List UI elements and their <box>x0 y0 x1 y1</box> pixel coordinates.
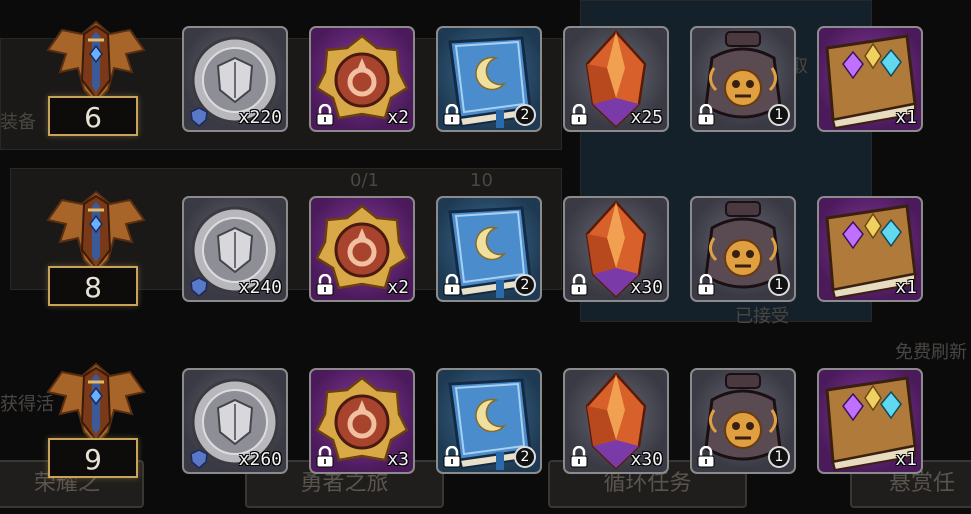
item-quantity: x3 <box>387 449 409 470</box>
lock-icon <box>569 104 589 126</box>
fire-ring-emblem-slot[interactable]: x3 <box>309 368 415 474</box>
lock-icon <box>442 274 462 296</box>
lock-icon <box>569 446 589 468</box>
silver-shield-coin-slot[interactable]: x220 <box>182 26 288 132</box>
lock-icon <box>696 446 716 468</box>
shield-tag-icon <box>188 276 210 298</box>
silver-shield-coin-slot[interactable]: x240 <box>182 196 288 302</box>
item-quantity: x1 <box>895 107 917 128</box>
moon-book-slot[interactable]: 2 <box>436 26 542 132</box>
lock-icon <box>442 104 462 126</box>
count-badge: 1 <box>768 446 790 468</box>
count-badge: 1 <box>768 274 790 296</box>
amber-crystal-slot[interactable]: x30 <box>563 196 669 302</box>
count-badge: 2 <box>514 274 536 296</box>
item-quantity: x25 <box>630 107 663 128</box>
item-quantity: x2 <box>387 107 409 128</box>
gem-chest-book-slot[interactable]: x1 <box>817 26 923 132</box>
item-quantity: x30 <box>630 449 663 470</box>
item-quantity: x240 <box>238 277 282 298</box>
level-number: 8 <box>48 266 138 306</box>
item-quantity: x1 <box>895 277 917 298</box>
item-quantity: x30 <box>630 277 663 298</box>
silver-shield-coin-slot[interactable]: x260 <box>182 368 288 474</box>
fire-ring-emblem-slot[interactable]: x2 <box>309 196 415 302</box>
item-quantity: x2 <box>387 277 409 298</box>
reward-row: 6 x220 x2 2 x25 1 x1 <box>0 18 971 136</box>
shield-tag-icon <box>188 106 210 128</box>
level-number: 9 <box>48 438 138 478</box>
lock-icon <box>315 274 335 296</box>
skull-urn-slot[interactable]: 1 <box>690 26 796 132</box>
item-quantity: x260 <box>238 449 282 470</box>
rank-shield-icon <box>44 190 148 274</box>
moon-book-slot[interactable]: 2 <box>436 368 542 474</box>
amber-crystal-slot[interactable]: x25 <box>563 26 669 132</box>
count-badge: 1 <box>768 104 790 126</box>
fire-ring-emblem-slot[interactable]: x2 <box>309 26 415 132</box>
level-number: 6 <box>48 96 138 136</box>
lock-icon <box>315 104 335 126</box>
gem-chest-book-slot[interactable]: x1 <box>817 196 923 302</box>
skull-urn-slot[interactable]: 1 <box>690 368 796 474</box>
moon-book-slot[interactable]: 2 <box>436 196 542 302</box>
shield-tag-icon <box>188 448 210 470</box>
lock-icon <box>315 446 335 468</box>
item-quantity: x1 <box>895 449 917 470</box>
lock-icon <box>442 446 462 468</box>
item-quantity: x220 <box>238 107 282 128</box>
reward-row: 9 x260 x3 2 x30 1 x1 <box>0 360 971 478</box>
rank-shield-icon <box>44 20 148 104</box>
count-badge: 2 <box>514 104 536 126</box>
reward-row: 8 x240 x2 2 x30 1 x1 <box>0 188 971 306</box>
lock-icon <box>569 274 589 296</box>
amber-crystal-slot[interactable]: x30 <box>563 368 669 474</box>
count-badge: 2 <box>514 446 536 468</box>
gem-chest-book-slot[interactable]: x1 <box>817 368 923 474</box>
lock-icon <box>696 274 716 296</box>
rank-shield-icon <box>44 362 148 446</box>
skull-urn-slot[interactable]: 1 <box>690 196 796 302</box>
bg-text: 已接受 <box>735 306 789 327</box>
lock-icon <box>696 104 716 126</box>
